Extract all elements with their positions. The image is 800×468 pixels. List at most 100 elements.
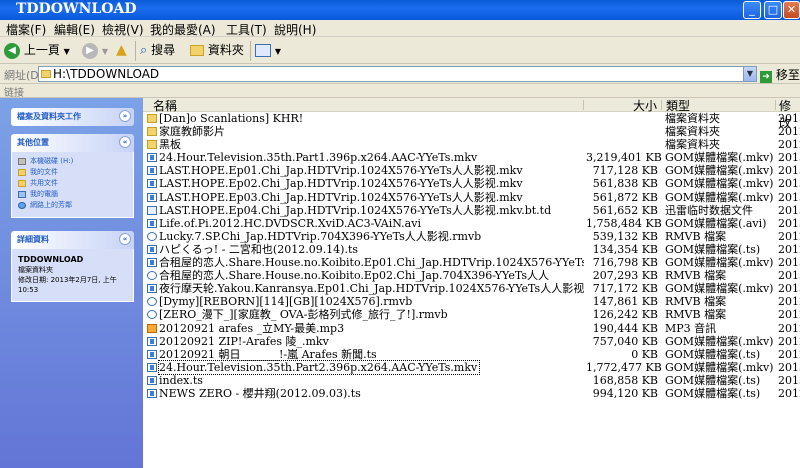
folder-icon	[41, 70, 51, 78]
file-row[interactable]: 合租屋的恋人.Share.House.no.Koibito.Ep02.Chi_J…	[143, 269, 800, 282]
file-row[interactable]: LAST.HOPE.Ep01.Chi_Jap.HDTVrip.1024X576-…	[143, 164, 800, 177]
column-divider[interactable]	[775, 100, 776, 110]
address-input[interactable]: H:\TDDOWNLOAD	[38, 66, 755, 82]
file-row[interactable]: Life.of.Pi.2012.HC.DVDSCR.XviD.AC3-VAiN.…	[143, 217, 800, 230]
collapse-chevron-icon[interactable]: «	[119, 233, 131, 245]
file-modified: 2012	[778, 334, 800, 348]
file-name: Lucky.7.SP.Chi_Jap.HDTVrip.704X396-YYeTs…	[159, 229, 482, 243]
file-row[interactable]: 20120921 arafes _立MY-最美.mp3 190,444 KB MP3…	[143, 322, 800, 335]
file-size: 0 KB	[631, 347, 658, 361]
file-modified: 2013	[778, 360, 800, 374]
menu-help[interactable]: 說明(H)	[274, 21, 316, 38]
forward-button[interactable]: ▶ ▼	[82, 41, 108, 61]
file-row[interactable]: 24.Hour.Television.35th.Part2.396p.x264.…	[143, 359, 800, 375]
file-row[interactable]: 黑板 檔案資料夾 2012	[143, 138, 800, 151]
file-name: LAST.HOPE.Ep01.Chi_Jap.HDTVrip.1024X576-…	[159, 164, 523, 178]
file-row[interactable]: [Dymy][REBORN][114][GB][1024X576].rmvb 14…	[143, 295, 800, 308]
file-name: 20120921 arafes _立MY-最美.mp3	[159, 321, 345, 335]
menu-favorites[interactable]: 我的最愛(A)	[150, 21, 216, 38]
link-local-disk[interactable]: 本機磁碟 (H:)	[18, 156, 129, 167]
link-my-documents[interactable]: 我的文件	[18, 167, 129, 178]
minimize-button[interactable]: _	[743, 1, 761, 19]
menu-edit[interactable]: 編輯(E)	[54, 21, 95, 38]
file-modified: 2012	[778, 295, 800, 309]
go-button[interactable]: ➜ 移至	[760, 66, 800, 83]
file-modified: 2013	[778, 164, 800, 178]
file-video-icon	[147, 362, 157, 372]
file-row[interactable]: Lucky.7.SP.Chi_Jap.HDTVrip.704X396-YYeTs…	[143, 230, 800, 243]
file-row[interactable]: ハピくるっ! - 二宮和也(2012.09.14).ts 134,354 KB GO…	[143, 243, 800, 256]
file-row[interactable]: 20120921 朝日_______!-嵐 Arafes 新聞.ts 0 KB GO…	[143, 348, 800, 361]
file-video-icon	[147, 284, 157, 294]
file-type: RMVB 檔案	[665, 269, 727, 283]
folders-label: 資料夾	[207, 43, 244, 57]
column-divider[interactable]	[661, 100, 662, 110]
file-modified: 2013	[778, 203, 800, 217]
menu-bar: 檔案(F) 編輯(E) 檢視(V) 我的最愛(A) 工具(T) 說明(H)	[0, 20, 800, 37]
column-header-bar: 名稱 大小 類型 修改	[143, 98, 800, 130]
file-video-icon	[147, 336, 157, 346]
go-label: 移至	[775, 68, 800, 82]
close-button[interactable]: ✕	[783, 1, 800, 19]
link-network-places[interactable]: 網路上的芳鄰	[18, 200, 129, 211]
file-row[interactable]: 夜行摩天轮.Yakou.Kanransya.Ep01.Chi_Jap.HDTVr…	[143, 282, 800, 295]
views-button[interactable]: ▼	[255, 41, 281, 61]
file-name: [Dan]o Scanlations] KHR!	[159, 112, 304, 125]
file-modified: 2012	[778, 347, 800, 361]
file-rm-icon	[147, 271, 157, 281]
file-type: RMVB 檔案	[665, 295, 727, 309]
file-rm-icon	[147, 310, 157, 320]
file-row[interactable]: LAST.HOPE.Ep04.Chi_Jap.HDTVrip.1024X576-…	[143, 204, 800, 217]
file-row[interactable]: LAST.HOPE.Ep02.Chi_Jap.HDTVrip.1024X576-…	[143, 177, 800, 190]
file-name: 合租屋的恋人.Share.House.no.Koibito.Ep01.Chi_J…	[159, 256, 584, 270]
links-label[interactable]: 链接	[4, 84, 24, 99]
file-video-icon	[147, 375, 157, 385]
file-row[interactable]: index.ts 168,858 KB GOM媒體檔案(.ts) 2013	[143, 374, 800, 387]
file-row[interactable]: LAST.HOPE.Ep03.Chi_Jap.HDTVrip.1024X576-…	[143, 191, 800, 204]
file-video-icon	[147, 179, 157, 189]
file-type: 檔案資料夾	[665, 138, 720, 152]
column-divider[interactable]	[583, 100, 584, 110]
file-type: GOM媒體檔案(.mkv)	[665, 190, 774, 204]
file-size: 561,838 KB	[592, 177, 658, 191]
up-folder-button[interactable]: ▲	[116, 41, 127, 61]
maximize-button[interactable]: □	[764, 1, 782, 19]
file-row[interactable]: 合租屋的恋人.Share.House.no.Koibito.Ep01.Chi_J…	[143, 256, 800, 269]
folder-icon	[147, 127, 157, 137]
file-modified: 2012	[778, 125, 800, 139]
address-dropdown-button[interactable]: ▼	[743, 66, 757, 82]
file-name: 黑板	[159, 138, 181, 152]
file-row[interactable]: [ZERO_漫下_][家庭教_ OVA-彭格列式修_旅行_了!].rmvb 126…	[143, 308, 800, 321]
other-places-title: 其他位置	[17, 138, 49, 147]
file-name: 24.Hour.Television.35th.Part1.396p.x264.…	[159, 151, 478, 165]
file-row[interactable]: NEWS ZERO - 櫻井翔(2012.09.03).ts 994,120 KB…	[143, 387, 800, 400]
link-my-computer[interactable]: 我的電腦	[18, 189, 129, 200]
file-modified: 2013	[778, 151, 800, 165]
menu-tools[interactable]: 工具(T)	[226, 21, 267, 38]
expand-chevron-icon[interactable]: »	[119, 110, 131, 122]
file-row[interactable]: 家庭教師影片 檔案資料夾 2012	[143, 125, 800, 138]
links-bar: 链接	[0, 84, 800, 99]
back-button[interactable]: ◀ 上一頁 ▼	[4, 41, 70, 61]
file-type: 迅雷临时数据文件	[665, 203, 753, 217]
other-places-header[interactable]: 其他位置 «	[11, 134, 134, 152]
search-button[interactable]: ⌕ 搜尋	[140, 41, 175, 61]
file-size: 1,772,477 KB	[586, 360, 662, 374]
file-tasks-header[interactable]: 檔案及資料夾工作 »	[11, 108, 134, 126]
file-size: 994,120 KB	[592, 386, 658, 400]
address-bar: 網址(D) H:\TDDOWNLOAD ▼ ➜ 移至	[0, 64, 800, 84]
file-type: GOM媒體檔案(.ts)	[665, 242, 761, 256]
file-row[interactable]: [Dan]o Scanlations] KHR! 檔案資料夾 2013	[143, 112, 800, 125]
file-modified: 2013	[778, 282, 800, 296]
folders-button[interactable]: 資料夾	[190, 41, 244, 61]
link-shared-documents[interactable]: 共用文件	[18, 178, 129, 189]
details-header[interactable]: 詳細資料 «	[11, 231, 134, 249]
file-modified: 2012	[778, 242, 800, 256]
file-row[interactable]: 24.Hour.Television.35th.Part1.396p.x264.…	[143, 151, 800, 164]
details-panel: 詳細資料 « TDDOWNLOAD 檔案資料夾 修改日期: 2013年2月7日,…	[11, 231, 134, 302]
collapse-chevron-icon[interactable]: «	[119, 136, 131, 148]
file-size: 561,652 KB	[592, 203, 658, 217]
menu-file[interactable]: 檔案(F)	[6, 21, 46, 38]
file-row[interactable]: 20120921 ZIP!-Arafes 陵_.mkv 757,040 KB GOM…	[143, 335, 800, 348]
menu-view[interactable]: 檢視(V)	[102, 21, 144, 38]
